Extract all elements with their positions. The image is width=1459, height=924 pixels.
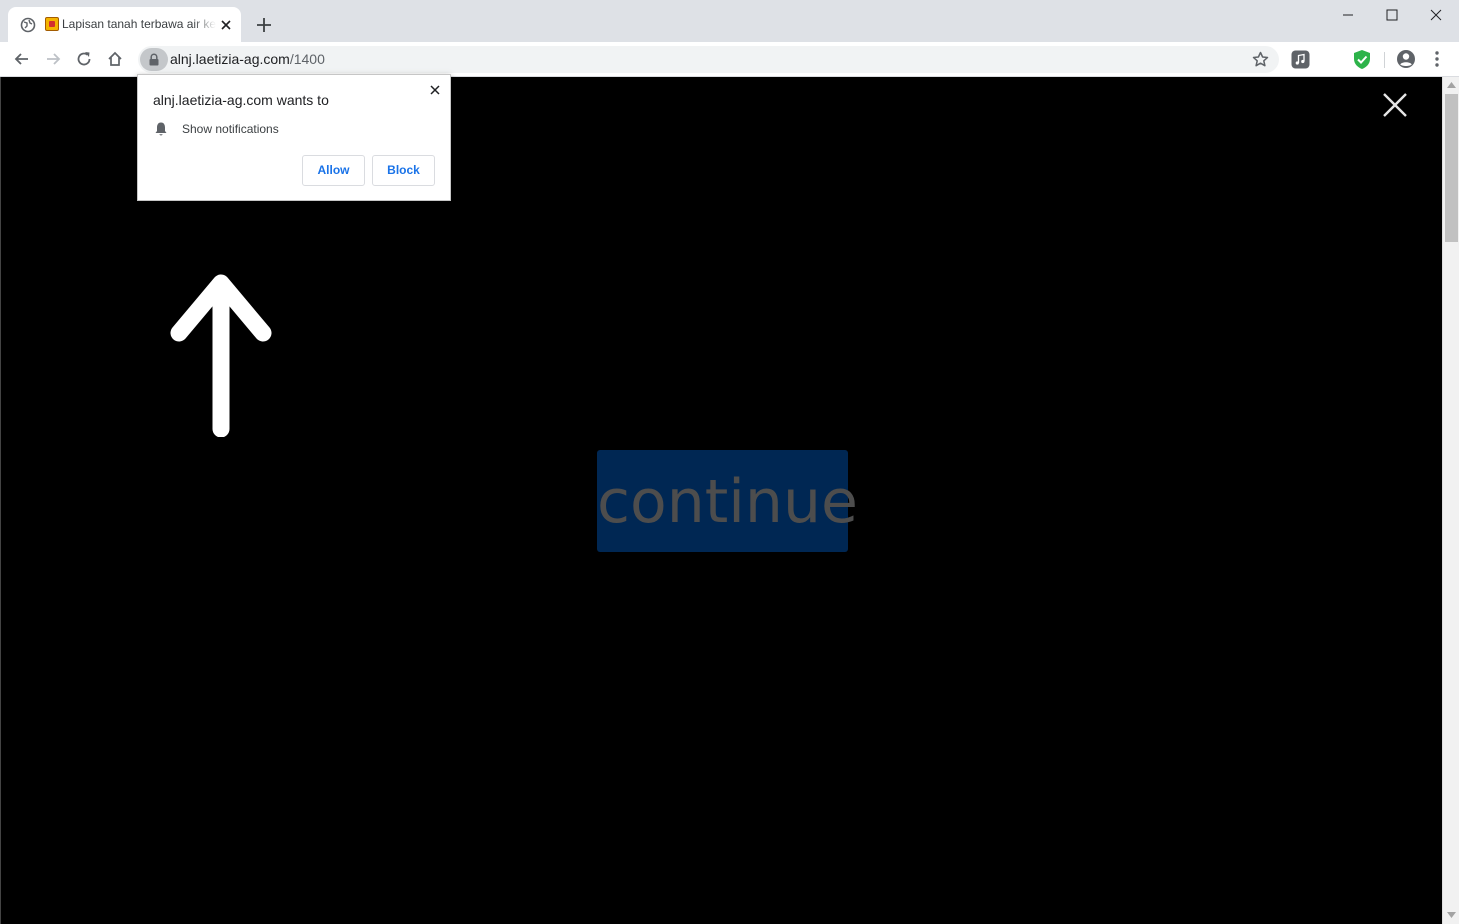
block-button[interactable]: Block [372,155,435,186]
music-extension-icon[interactable] [1291,50,1310,69]
bookmark-star-icon[interactable] [1252,51,1269,68]
scrollbar-thumb[interactable] [1445,94,1458,242]
back-arrow-icon[interactable] [13,50,31,68]
tab-close-icon[interactable] [218,17,234,33]
notification-permission-prompt: alnj.laetizia-ag.com wants to Show notif… [137,74,451,201]
new-tab-plus-icon[interactable] [255,16,273,34]
up-arrow-icon [170,274,272,437]
site-info-button[interactable] [140,48,168,71]
scroll-down-arrow-icon[interactable] [1447,912,1456,918]
url-path: /1400 [289,51,325,67]
window-close-icon[interactable] [1426,6,1446,24]
shield-extension-icon[interactable] [1352,49,1372,70]
scroll-up-arrow-icon[interactable] [1447,82,1456,88]
allow-button[interactable]: Allow [302,155,365,186]
home-icon[interactable] [106,50,124,68]
url-text[interactable]: alnj.laetizia-ag.com/1400 [170,51,325,67]
reload-icon[interactable] [75,50,93,68]
window-maximize-icon[interactable] [1382,6,1402,24]
browser-tab[interactable]: Lapisan tanah terbawa air ketika hujan [8,7,241,42]
url-host: alnj.laetizia-ag.com [170,51,290,67]
window-minimize-icon[interactable] [1338,6,1358,24]
tab-strip: Lapisan tanah terbawa air ketika hujan [0,0,1459,42]
tab-title: Lapisan tanah terbawa air ketika hujan [62,17,216,31]
browser-toolbar: alnj.laetizia-ag.com/1400 [0,42,1459,77]
permission-prompt-title: alnj.laetizia-ag.com wants to [153,92,329,108]
globe-icon [20,17,36,33]
forward-arrow-icon[interactable] [44,50,62,68]
permission-label: Show notifications [182,122,279,136]
prompt-close-icon[interactable] [429,84,441,96]
toolbar-separator [1384,52,1385,68]
page-content: continue [0,77,1442,924]
kebab-menu-icon[interactable] [1429,50,1445,68]
vertical-scrollbar[interactable] [1442,77,1459,924]
address-bar[interactable]: alnj.laetizia-ag.com/1400 [138,46,1279,73]
bell-icon [155,122,167,136]
lock-icon [149,53,159,66]
site-favicon-icon [45,17,59,31]
continue-button[interactable]: continue [597,450,858,552]
profile-avatar-icon[interactable] [1396,49,1416,69]
close-x-icon[interactable] [1382,92,1408,118]
